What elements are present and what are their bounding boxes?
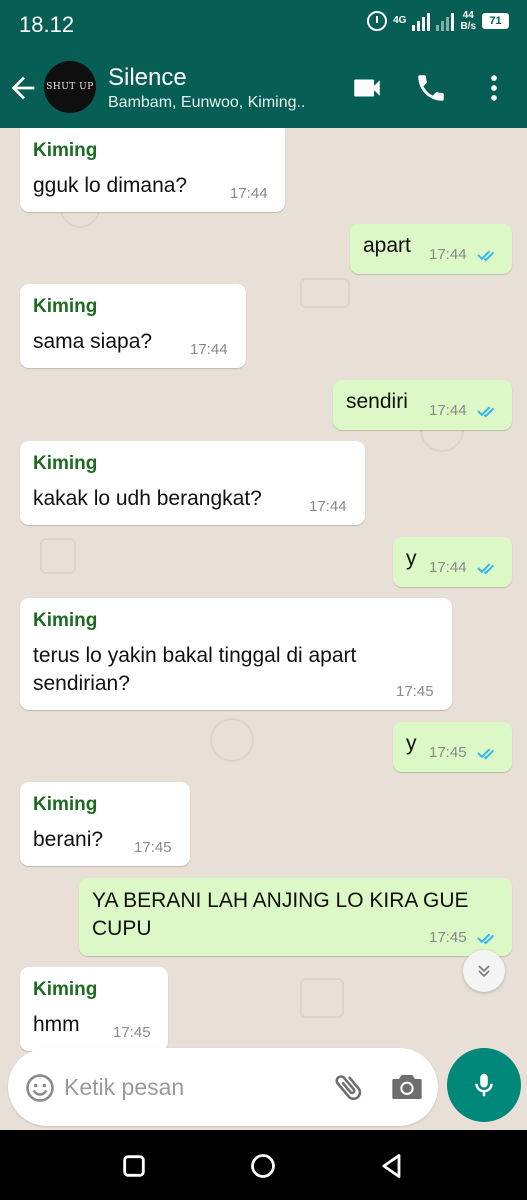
message-time: 17:44 [429,559,467,576]
message-composer [8,1048,438,1126]
sender-name: Kiming [33,453,98,474]
avatar-text: SHUT UP [46,82,94,92]
message-text: kakak lo udh berangkat? [33,487,262,510]
message-incoming[interactable]: Kiming berani? 17:45 [20,782,190,866]
message-text: gguk lo dimana? [33,174,188,197]
message-input[interactable] [64,1065,314,1109]
message-text: berani? [33,828,104,851]
chat-area[interactable]: Kiming gguk lo dimana? 17:44 apart 17:44… [0,128,527,1130]
nav-recents-icon[interactable] [120,1152,148,1180]
double-check-icon [477,406,495,418]
speed-value: 44 [462,10,474,21]
chat-header: SHUT UP Silence Bambam, Eunwoo, Kiming.. [0,47,527,128]
message-text-line-2: CUPU [92,917,152,940]
message-time: 17:45 [429,929,467,946]
message-incoming[interactable]: Kiming gguk lo dimana? 17:44 [20,128,285,212]
sender-name: Kiming [33,140,98,161]
sender-name: Kiming [33,979,98,1000]
emoji-icon[interactable] [25,1073,55,1103]
phone-icon[interactable] [414,71,448,105]
sender-name: Kiming [33,794,98,815]
message-text: sendiri [346,390,408,413]
message-text: sama siapa? [33,330,153,353]
message-time: 17:45 [429,744,467,761]
double-check-icon [477,250,495,262]
message-text: y [406,547,417,570]
message-text: hmm [33,1013,80,1036]
alarm-icon [367,11,388,31]
chevron-double-down-icon [478,965,490,978]
video-call-icon[interactable] [350,71,384,105]
message-outgoing[interactable]: YA BERANI LAH ANJING LO KIRA GUE CUPU 17… [79,878,512,956]
message-incoming[interactable]: Kiming terus lo yakin bakal tinggal di a… [20,598,452,710]
message-time: 17:45 [113,1024,151,1041]
message-incoming[interactable]: Kiming kakak lo udh berangkat? 17:44 [20,441,365,525]
nav-back-icon[interactable] [378,1152,406,1180]
more-vert-icon[interactable] [477,71,511,105]
speed-unit: B/s [460,21,476,32]
wallpaper-doodle [300,278,350,308]
message-text-line-1: terus lo yakin bakal tinggal di apart [33,644,357,667]
status-time: 18.12 [19,12,75,37]
chat-participants[interactable]: Bambam, Eunwoo, Kiming.. [108,94,305,112]
sender-name: Kiming [33,610,98,631]
message-time: 17:44 [190,341,228,358]
message-time: 17:44 [429,246,467,263]
message-incoming[interactable]: Kiming hmm 17:45 [20,967,168,1051]
wallpaper-doodle [300,978,344,1018]
double-check-icon [477,933,495,945]
message-time: 17:44 [230,185,268,202]
message-time: 17:44 [429,402,467,419]
message-incoming[interactable]: Kiming sama siapa? 17:44 [20,284,246,368]
wallpaper-doodle [210,718,254,762]
camera-icon[interactable] [391,1072,423,1102]
scroll-to-bottom-button[interactable] [463,950,505,992]
signal-icon [412,11,431,31]
message-outgoing[interactable]: y 17:45 [393,722,512,772]
mic-icon [475,1073,493,1097]
sender-name: Kiming [33,296,98,317]
message-outgoing[interactable]: y 17:44 [393,537,512,587]
message-outgoing[interactable]: apart 17:44 [350,224,512,274]
group-avatar[interactable]: SHUT UP [44,61,96,113]
message-time: 17:45 [134,839,172,856]
message-time: 17:45 [396,683,434,700]
system-nav-bar [0,1130,527,1200]
message-text-line-1: YA BERANI LAH ANJING LO KIRA GUE [92,889,469,912]
wallpaper-doodle [40,538,76,574]
double-check-icon [477,748,495,760]
chat-title[interactable]: Silence [108,64,187,92]
battery-icon: 71 [482,13,509,29]
signal-2-icon [436,11,455,31]
message-time: 17:44 [309,498,347,515]
double-check-icon [477,563,495,575]
mic-button[interactable] [447,1048,521,1122]
message-text: apart [363,234,411,257]
message-outgoing[interactable]: sendiri 17:44 [333,380,512,430]
message-text-line-2: sendirian? [33,672,130,695]
status-bar: 18.12 4G 44 B/s 71 [0,0,527,47]
network-speed: 44 B/s [460,10,476,32]
message-text: y [406,732,417,755]
nav-home-icon[interactable] [249,1152,277,1180]
network-type: 4G [393,15,407,26]
paperclip-icon[interactable] [332,1070,366,1104]
status-icons: 4G 44 B/s 71 [367,10,509,32]
back-arrow-icon[interactable] [6,71,40,105]
